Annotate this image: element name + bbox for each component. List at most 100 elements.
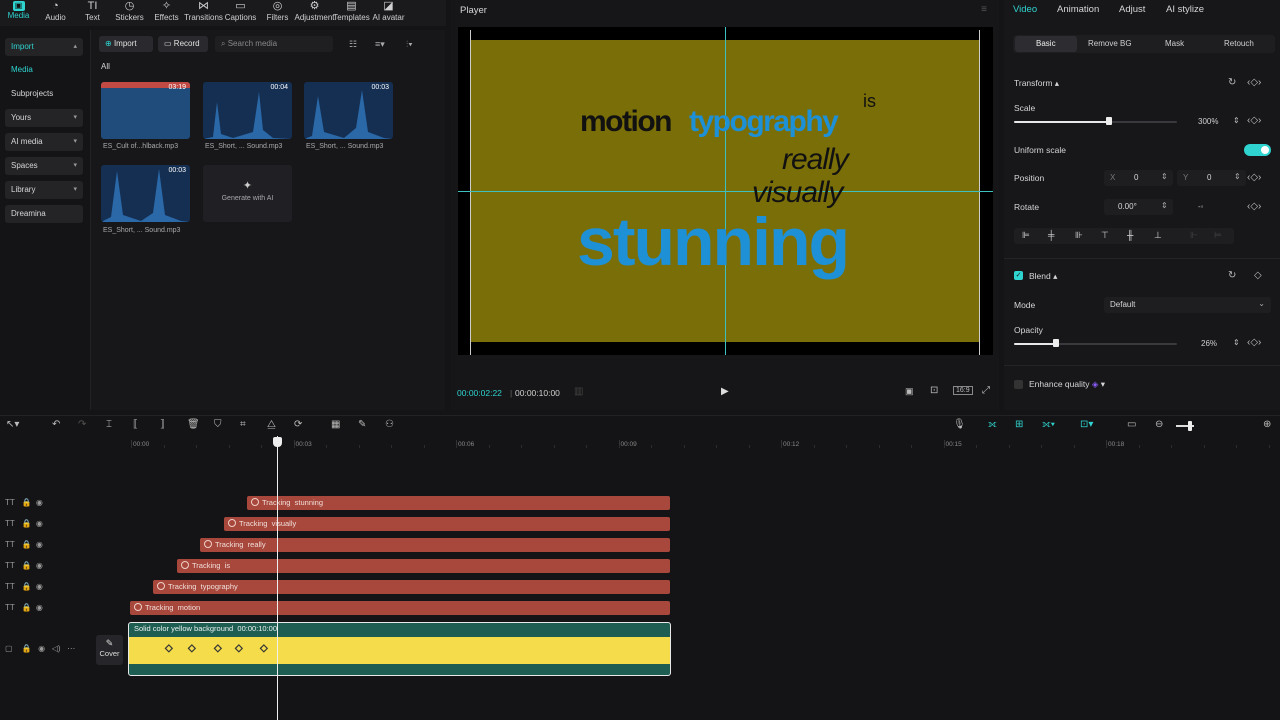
captions-icon[interactable]: ▭	[1127, 420, 1136, 430]
eye-icon[interactable]: ◉	[36, 582, 43, 591]
play-button[interactable]: ▶	[721, 386, 729, 397]
snap-icon[interactable]: ⟗▾	[1042, 420, 1055, 430]
scale-value[interactable]: 300%	[1198, 117, 1218, 126]
time-ruler[interactable]: 00:00 00:03 00:06 00:09 00:12 00:15 00:18	[0, 436, 1280, 454]
scale-slider-knob[interactable]	[1105, 117, 1112, 125]
position-y-field[interactable]: Y 0 ⇕	[1177, 170, 1246, 186]
media-thumbnail-3[interactable]: 00:03	[304, 82, 393, 139]
zoom-out-icon[interactable]: ⊖	[1155, 420, 1163, 430]
lock-icon[interactable]: 🔒	[21, 582, 31, 591]
align-bottom-icon[interactable]: ⊥	[1154, 230, 1162, 241]
media-thumbnail-2[interactable]: 00:04	[203, 82, 292, 139]
filter-icon[interactable]: ⫶▾	[406, 39, 413, 50]
sidebar-item-import[interactable]: Import ▴	[5, 38, 83, 56]
rotate-dial-icon[interactable]: -◦	[1198, 202, 1204, 212]
tab-video[interactable]: Video	[1013, 4, 1037, 15]
media-thumbnail-1[interactable]: 03:19	[101, 82, 190, 139]
playhead[interactable]	[277, 436, 278, 720]
sidebar-item-yours[interactable]: Yours ▾	[5, 109, 83, 127]
stepper-icon[interactable]: ⇕	[1234, 172, 1241, 181]
eye-icon[interactable]: ◉	[36, 561, 43, 570]
keyframe-nav-icon[interactable]: ‹◇›	[1247, 116, 1261, 126]
sidebar-item-dreamina[interactable]: Dreamina	[5, 205, 83, 223]
lock-icon[interactable]: 🔒	[21, 561, 31, 570]
mask-icon[interactable]: ⛉	[214, 420, 222, 430]
blend-checkbox[interactable]: ✓	[1014, 271, 1023, 280]
mode-select[interactable]: Default ⌄	[1104, 297, 1271, 313]
enhance-checkbox[interactable]	[1014, 380, 1023, 389]
background-clip[interactable]: Solid color yellow background 00:00:10:0…	[128, 622, 671, 676]
stepper-icon[interactable]: ⇕	[1161, 172, 1168, 181]
magnet-icon[interactable]: ⊞	[1015, 420, 1023, 430]
preview-axis-icon[interactable]: ⊡▾	[1080, 420, 1093, 430]
keyframe-icon[interactable]: ◇	[1254, 271, 1262, 281]
eye-icon[interactable]: ◉	[36, 603, 43, 612]
eye-icon[interactable]: ◉	[36, 519, 43, 528]
split-right-icon[interactable]: ⟧	[160, 420, 165, 430]
reset-icon[interactable]: ↻	[1228, 271, 1236, 281]
lock-icon[interactable]: 🔒	[21, 540, 31, 549]
media-thumbnail-4[interactable]: 00:03	[101, 165, 190, 222]
tab-ai-avatar[interactable]: ◪ AI avatar	[370, 0, 407, 26]
lock-icon[interactable]: 🔒	[21, 644, 31, 653]
tab-adjust[interactable]: Adjust	[1119, 4, 1145, 15]
link-main-track-icon[interactable]: ⟗	[988, 420, 997, 430]
subtab-retouch[interactable]: Retouch	[1224, 39, 1254, 48]
filter-all-label[interactable]: All	[101, 62, 110, 71]
stepper-icon[interactable]: ⇕	[1161, 201, 1168, 210]
text-clip-motion[interactable]: Tracking motion	[130, 601, 670, 615]
sidebar-item-spaces[interactable]: Spaces ▾	[5, 157, 83, 175]
tab-ai-stylize[interactable]: AI stylize	[1166, 4, 1204, 15]
fullscreen-icon[interactable]: ⤢	[982, 385, 990, 396]
freeze-icon[interactable]: ▦	[331, 420, 340, 430]
align-top-icon[interactable]: ⊤	[1101, 230, 1109, 241]
align-center-v-icon[interactable]: ╫	[1127, 230, 1133, 240]
tab-captions[interactable]: ▭ Captions	[222, 0, 259, 26]
split-left-icon[interactable]: ⟦	[133, 420, 138, 430]
tab-audio[interactable]: ◔ Audio	[37, 0, 74, 26]
keyframe-nav-icon[interactable]: ‹◇›	[1247, 173, 1261, 183]
keyframe-nav-icon[interactable]: ‹◇›	[1247, 78, 1261, 88]
mirror-icon[interactable]: ⧋	[267, 420, 276, 430]
mute-icon[interactable]: ◁)	[52, 644, 61, 653]
select-tool-icon[interactable]: ↖▾	[6, 420, 19, 430]
sidebar-item-library[interactable]: Library ▾	[5, 181, 83, 199]
zoom-slider-knob[interactable]	[1188, 421, 1192, 431]
tab-animation[interactable]: Animation	[1057, 4, 1099, 15]
align-left-icon[interactable]: ⊫	[1022, 230, 1030, 241]
sidebar-item-subprojects[interactable]: Subprojects	[5, 85, 83, 103]
tab-text[interactable]: TI Text	[74, 0, 111, 26]
more-icon[interactable]: ⋯	[67, 644, 75, 653]
keyframe-icon[interactable]: ◇	[214, 643, 222, 655]
keyframe-nav-icon[interactable]: ‹◇›	[1247, 202, 1261, 212]
text-clip-typography[interactable]: Tracking typography	[153, 580, 670, 594]
record-button[interactable]: ▭ Record	[158, 36, 208, 52]
cover-button[interactable]: ✎ Cover	[96, 635, 123, 665]
reset-icon[interactable]: ↻	[1228, 78, 1236, 88]
subtab-basic[interactable]: Basic	[1036, 39, 1056, 48]
timecode-format-icon[interactable]: ▥	[574, 386, 583, 397]
keyframe-icon[interactable]: ◇	[235, 643, 243, 655]
view-grid-icon[interactable]: ☷	[349, 39, 357, 50]
position-x-field[interactable]: X 0 ⇕	[1104, 170, 1173, 186]
search-input[interactable]: ⌕ Search media	[215, 36, 333, 52]
import-button[interactable]: ⊕ Import	[99, 36, 153, 52]
rotate-field[interactable]: 0.00° ⇕	[1104, 199, 1173, 215]
person-icon[interactable]: ⚇	[385, 420, 394, 430]
generate-with-ai-tile[interactable]: ✦ Generate with AI	[203, 165, 292, 222]
microphone-icon[interactable]: 🎙	[953, 420, 966, 430]
sort-icon[interactable]: ≡▾	[375, 39, 385, 50]
playhead-handle[interactable]	[273, 437, 282, 447]
eye-icon[interactable]: ◉	[36, 540, 43, 549]
stepper-icon[interactable]: ⇕	[1233, 338, 1240, 348]
enhance-header[interactable]: Enhance quality ◈ ▾	[1029, 379, 1105, 390]
stepper-icon[interactable]: ⇕	[1233, 116, 1240, 126]
sidebar-item-media[interactable]: Media	[5, 61, 83, 79]
tab-filters[interactable]: ◎ Filters	[259, 0, 296, 26]
transform-header[interactable]: Transform ▴	[1014, 78, 1059, 89]
menu-icon[interactable]: ≡	[981, 4, 987, 15]
undo-icon[interactable]: ↶	[52, 420, 60, 430]
full-quality-icon[interactable]: ▣	[905, 386, 914, 397]
tab-templates[interactable]: ▤ Templates	[333, 0, 370, 26]
keyframe-nav-icon[interactable]: ‹◇›	[1247, 338, 1261, 348]
